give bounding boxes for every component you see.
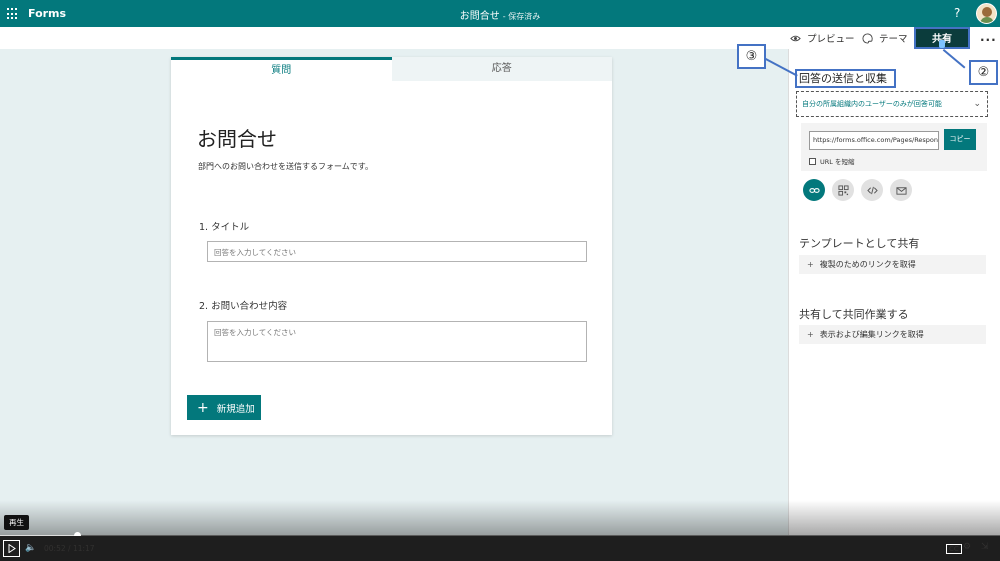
qr-code-icon[interactable] xyxy=(832,179,854,201)
captions-icon[interactable]: CC xyxy=(946,544,962,554)
settings-icon[interactable]: ⚙ xyxy=(963,542,971,552)
tab-responses[interactable]: 応答 xyxy=(391,57,612,81)
link-box: https://forms.office.com/Pages/ResponseP… xyxy=(801,123,987,171)
callout-3: ③ xyxy=(737,44,766,69)
chevron-down-icon: ⌄ xyxy=(973,99,981,109)
form-tabs: 質問 応答 xyxy=(171,57,612,81)
time-separator: / xyxy=(68,544,71,553)
shorten-url-checkbox[interactable] xyxy=(809,157,816,165)
collaborate-heading: 共有して共同作業する xyxy=(799,308,909,321)
question-label[interactable]: 2. お問い合わせ内容 xyxy=(199,298,287,312)
command-bar: プレビュー テーマ xyxy=(0,27,1000,49)
document-title: お問合せ - 保存済み xyxy=(0,7,1000,22)
plus-icon: + xyxy=(807,330,814,339)
share-method-icons xyxy=(803,179,912,201)
top-bar: Forms お問合せ - 保存済み ? xyxy=(0,0,1000,27)
plus-icon: + xyxy=(807,260,814,269)
share-url-field[interactable]: https://forms.office.com/Pages/ResponseP… xyxy=(809,131,939,150)
preview-label: プレビュー xyxy=(807,34,855,45)
fullscreen-icon[interactable]: ⇲ xyxy=(981,542,989,552)
get-edit-link-button[interactable]: + 表示および編集リンクを取得 xyxy=(799,325,986,344)
current-time: 00:52 xyxy=(44,544,66,553)
plus-icon: + xyxy=(197,399,209,416)
play-tooltip: 再生 xyxy=(4,515,29,530)
shorten-url-option[interactable]: URL を短縮 xyxy=(809,156,854,166)
link-icon[interactable] xyxy=(803,179,825,201)
duration: 11:17 xyxy=(72,544,95,553)
preview-button[interactable]: プレビュー xyxy=(790,31,855,45)
share-panel: 回答の送信と収集 自分の所属組織内のユーザーのみが回答可能 ⌄ https://… xyxy=(788,49,1000,536)
response-scope-value: 自分の所属組織内のユーザーのみが回答可能 xyxy=(802,100,942,108)
share-template-heading: テンプレートとして共有 xyxy=(799,237,920,250)
get-duplicate-link-label: 複製のためのリンクを取得 xyxy=(819,260,916,269)
eye-icon xyxy=(790,35,801,41)
palette-icon xyxy=(862,32,873,44)
theme-button[interactable]: テーマ xyxy=(862,31,908,45)
play-icon xyxy=(8,544,16,553)
get-edit-link-label: 表示および編集リンクを取得 xyxy=(819,330,924,339)
answer-input[interactable]: 回答を入力してください xyxy=(207,241,587,262)
mouse-cursor-icon xyxy=(939,40,945,48)
response-scope-dropdown[interactable]: 自分の所属組織内のユーザーのみが回答可能 ⌄ xyxy=(796,91,988,117)
shorten-url-label: URL を短縮 xyxy=(820,158,855,166)
question-label[interactable]: 1. タイトル xyxy=(199,219,249,233)
form-description[interactable]: 部門へのお問い合わせを送信するフォームです。 xyxy=(198,161,373,172)
add-new-button[interactable]: + 新規追加 xyxy=(187,395,261,420)
more-options-button[interactable]: ... xyxy=(980,30,997,44)
panel-heading: 回答の送信と収集 xyxy=(795,69,896,88)
playback-time: 00:52 / 11:17 xyxy=(44,544,95,553)
help-button[interactable]: ? xyxy=(954,6,960,20)
document-name: お問合せ xyxy=(459,11,500,22)
copy-button[interactable]: コピー xyxy=(944,129,976,150)
callout-2: ② xyxy=(969,60,998,85)
video-player-bar xyxy=(0,536,1000,561)
answer-textarea[interactable]: 回答を入力してください xyxy=(207,321,587,362)
form-title[interactable]: お問合せ xyxy=(197,123,277,152)
tab-questions[interactable]: 質問 xyxy=(171,57,392,81)
theme-label: テーマ xyxy=(879,34,908,45)
play-button[interactable] xyxy=(3,540,20,557)
save-status: - 保存済み xyxy=(502,12,541,21)
volume-icon[interactable]: 🔈 xyxy=(25,543,36,553)
add-new-label: 新規追加 xyxy=(216,403,255,415)
player-overlay xyxy=(0,500,1000,536)
embed-icon[interactable] xyxy=(861,179,883,201)
mail-icon[interactable] xyxy=(890,179,912,201)
get-duplicate-link-button[interactable]: + 複製のためのリンクを取得 xyxy=(799,255,986,274)
avatar[interactable] xyxy=(976,3,997,24)
form-card: 質問 応答 お問合せ 部門へのお問い合わせを送信するフォームです。 1. タイト… xyxy=(171,57,612,435)
